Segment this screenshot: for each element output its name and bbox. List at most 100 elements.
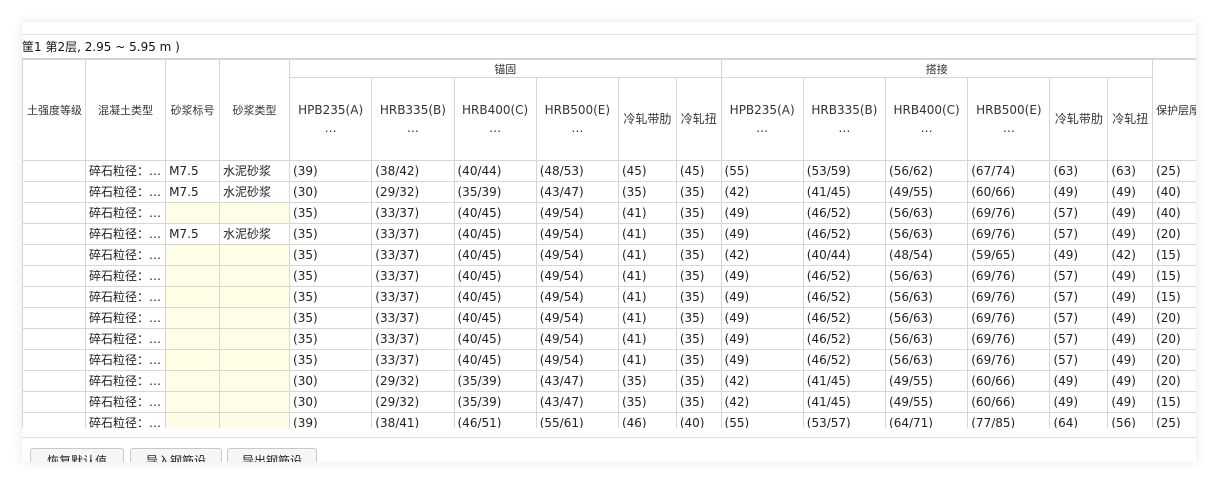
table-cell[interactable]: (35)	[289, 349, 373, 371]
col-header[interactable]: HRB400(C)…	[885, 77, 969, 161]
table-cell[interactable]: (46/52)	[802, 349, 887, 371]
table-cell[interactable]: (29/32)	[371, 181, 455, 203]
table-cell[interactable]: 碎石粒径：…	[84, 181, 167, 203]
export-rebar-settings-button[interactable]: 导出钢筋设置	[227, 448, 317, 462]
table-cell[interactable]: (41/45)	[802, 391, 887, 413]
table-cell[interactable]: (49/54)	[535, 202, 619, 224]
table-cell[interactable]: (49)	[1107, 391, 1154, 413]
table-cell[interactable]: (56/63)	[885, 223, 969, 245]
table-cell[interactable]: (69/76)	[967, 223, 1051, 245]
table-cell[interactable]: 碎石粒径：…	[84, 370, 167, 392]
table-cell[interactable]: (60/66)	[967, 391, 1051, 413]
table-cell[interactable]	[165, 391, 220, 413]
table-cell[interactable]: (41)	[617, 328, 677, 350]
table-cell[interactable]: (49)	[1107, 223, 1154, 245]
table-cell[interactable]: (39)	[289, 160, 373, 182]
table-cell[interactable]: (64/71)	[885, 412, 969, 428]
table-cell[interactable]: (33/37)	[371, 265, 455, 287]
table-cell[interactable]: (43/47)	[535, 391, 619, 413]
table-cell[interactable]	[22, 412, 86, 428]
table-cell[interactable]: 碎石粒径：…	[84, 307, 167, 329]
table-cell[interactable]: (56)	[1107, 412, 1154, 428]
table-cell[interactable]: (49)	[720, 307, 804, 329]
table-cell[interactable]: (25)	[1152, 412, 1196, 428]
table-cell[interactable]	[165, 412, 220, 428]
table-cell[interactable]: (20)	[1152, 349, 1196, 371]
table-cell[interactable]: 碎石粒径：…	[84, 202, 167, 224]
table-row[interactable]: 碎石粒径：… (35) (33/37) (40/45) (49/54) (41) (35)(…	[22, 244, 1196, 266]
table-cell[interactable]: 碎石粒径：…	[84, 391, 167, 413]
table-cell[interactable]: (48/53)	[535, 160, 619, 182]
table-row[interactable]: 碎石粒径：… M7.5 水泥砂浆 (39) (38/42) (40/44) (48/53)(…	[22, 160, 1196, 182]
table-cell[interactable]: (33/37)	[371, 202, 455, 224]
table-cell[interactable]	[22, 391, 86, 413]
table-cell[interactable]: (69/76)	[967, 265, 1051, 287]
table-cell[interactable]: (49/54)	[535, 328, 619, 350]
table-cell[interactable]: (49/55)	[885, 391, 969, 413]
table-cell[interactable]: (35)	[675, 307, 722, 329]
table-cell[interactable]: (40/45)	[453, 328, 537, 350]
table-cell[interactable]	[22, 265, 86, 287]
restore-defaults-button[interactable]: 恢复默认值(D)	[30, 448, 124, 462]
table-cell[interactable]	[22, 244, 86, 266]
table-cell[interactable]: (41)	[617, 286, 677, 308]
table-cell[interactable]: (48/54)	[885, 244, 969, 266]
table-cell[interactable]: (41)	[617, 349, 677, 371]
table-cell[interactable]: (40/45)	[453, 202, 537, 224]
table-cell[interactable]: (40/45)	[453, 244, 537, 266]
table-cell[interactable]: (49/55)	[885, 181, 969, 203]
table-cell[interactable]: (38/41)	[371, 412, 455, 428]
table-cell[interactable]: (35)	[289, 244, 373, 266]
table-cell[interactable]	[22, 328, 86, 350]
table-cell[interactable]: (20)	[1152, 307, 1196, 329]
col-header[interactable]: 混凝土类型	[84, 59, 167, 161]
table-cell[interactable]: (63)	[1049, 160, 1109, 182]
table-cell[interactable]: (43/47)	[535, 181, 619, 203]
table-cell[interactable]: (35)	[289, 328, 373, 350]
table-cell[interactable]: (57)	[1049, 286, 1109, 308]
table-cell[interactable]: (69/76)	[967, 307, 1051, 329]
table-cell[interactable]: (42)	[720, 181, 804, 203]
table-cell[interactable]: (41)	[617, 307, 677, 329]
table-row[interactable]: 碎石粒径：… M7.5 水泥砂浆 (35) (33/37) (40/45) (49/54)(…	[22, 223, 1196, 245]
col-header[interactable]: HRB500(E)…	[967, 77, 1051, 161]
table-cell[interactable]: (49)	[720, 349, 804, 371]
table-cell[interactable]: (56/63)	[885, 307, 969, 329]
table-row[interactable]: 碎石粒径：… (30) (29/32) (35/39) (43/47) (35) (35)(…	[22, 391, 1196, 413]
col-header[interactable]: HRB335(B)…	[802, 77, 887, 161]
table-cell[interactable]: (20)	[1152, 223, 1196, 245]
col-header[interactable]: 砂浆类型	[218, 59, 291, 161]
table-cell[interactable]: (15)	[1152, 286, 1196, 308]
table-cell[interactable]: (69/76)	[967, 202, 1051, 224]
table-cell[interactable]	[165, 349, 220, 371]
table-cell[interactable]: (42)	[720, 244, 804, 266]
table-cell[interactable]: (20)	[1152, 370, 1196, 392]
table-cell[interactable]: (49)	[720, 223, 804, 245]
table-cell[interactable]: 碎石粒径：…	[84, 160, 167, 182]
table-cell[interactable]: (49)	[720, 202, 804, 224]
table-row[interactable]: 碎石粒径：… M7.5 水泥砂浆 (30) (29/32) (35/39) (43/47)(…	[22, 181, 1196, 203]
table-cell[interactable]: (46/52)	[802, 202, 887, 224]
table-cell[interactable]: 碎石粒径：…	[84, 223, 167, 245]
col-header[interactable]: 冷轧带肋	[1049, 77, 1109, 161]
table-cell[interactable]	[22, 181, 86, 203]
table-cell[interactable]: (49/54)	[535, 307, 619, 329]
table-cell[interactable]: (35)	[675, 370, 722, 392]
table-cell[interactable]	[22, 307, 86, 329]
table-cell[interactable]: (35)	[289, 223, 373, 245]
table-cell[interactable]: (25)	[1152, 160, 1196, 182]
table-cell[interactable]: 碎石粒径：…	[84, 328, 167, 350]
table-cell[interactable]: (40/45)	[453, 265, 537, 287]
table-cell[interactable]	[165, 286, 220, 308]
import-rebar-settings-button[interactable]: 导入钢筋设置	[130, 448, 222, 462]
table-cell[interactable]: (46/51)	[453, 412, 537, 428]
table-cell[interactable]: (15)	[1152, 391, 1196, 413]
table-cell[interactable]: (42)	[1107, 244, 1154, 266]
rebar-table-scroll[interactable]: 土强度等级 混凝土类型 砂浆标号 砂浆类型 锚固 搭接 保护层厚度 HPB235…	[22, 58, 1196, 428]
table-cell[interactable]: (15)	[1152, 244, 1196, 266]
col-header[interactable]: HPB235(A)…	[720, 77, 804, 161]
table-cell[interactable]: 水泥砂浆	[218, 181, 291, 203]
table-cell[interactable]: (35)	[289, 286, 373, 308]
table-cell[interactable]: (35/39)	[453, 370, 537, 392]
table-cell[interactable]: (56/62)	[885, 160, 969, 182]
